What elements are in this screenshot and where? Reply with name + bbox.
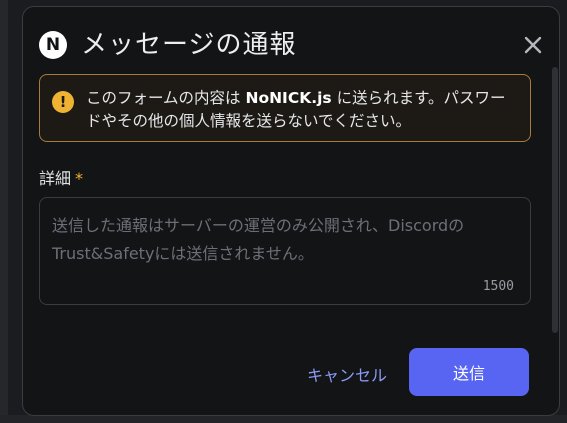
scrollbar[interactable] [552,67,558,333]
submit-button[interactable]: 送信 [409,348,529,396]
app-logo-letter: N [45,34,61,55]
details-input-wrap: 1500 [39,197,531,305]
required-mark: * [75,169,84,188]
close-icon[interactable] [521,33,545,57]
notice-text: このフォームの内容は NoNICK.js に送られます。パスワードやその他の個人… [86,87,520,133]
privacy-notice: ! このフォームの内容は NoNICK.js に送られます。パスワードやその他の… [39,74,531,142]
notice-text-before: このフォームの内容は [86,89,246,107]
background-bottom-strip [0,415,567,423]
cancel-button[interactable]: キャンセル [297,351,397,397]
modal-title: メッセージの通報 [81,30,297,60]
notice-bot-name: NoNICK.js [245,89,332,107]
details-label-text: 詳細 [39,169,72,188]
report-modal: N メッセージの通報 ! このフォームの内容は NoNICK.js に送られます… [22,6,560,416]
details-label: 詳細 * [39,165,83,189]
app-logo-icon: N [39,31,67,59]
details-textarea[interactable] [40,198,530,304]
background-channel-strip [0,0,8,423]
char-counter: 1500 [482,279,514,294]
modal-header: N メッセージの通報 [39,29,296,61]
warning-icon: ! [52,91,74,113]
